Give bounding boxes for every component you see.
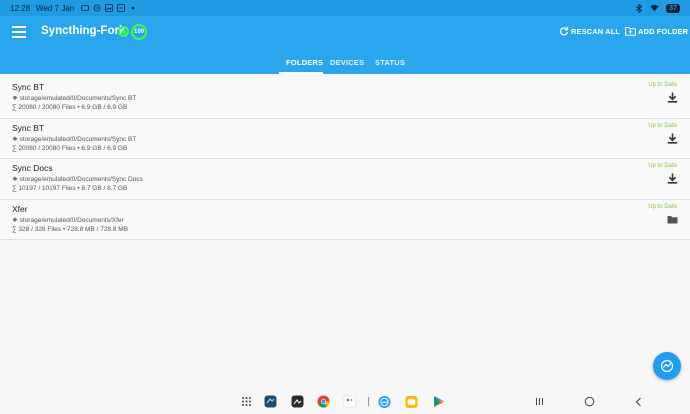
tab-devices[interactable]: DEVICES [330, 58, 364, 67]
add-folder-label: ADD FOLDER [638, 26, 689, 36]
chrome-icon[interactable] [317, 395, 330, 408]
bluetooth-icon [634, 3, 643, 13]
apps-grid-icon[interactable] [240, 395, 253, 408]
tab-folders[interactable]: FOLDERS [286, 58, 323, 67]
status-bar: 12:28 Wed 7 Jan 37 [0, 0, 690, 16]
tab-status[interactable]: STATUS [375, 58, 405, 67]
download-icon [667, 92, 678, 103]
screenshot-icon [80, 4, 89, 13]
recents-icon[interactable] [533, 395, 546, 408]
more-dot-icon [128, 4, 137, 13]
folder-list: Sync BT ❖ storage/emulated/0/Documents/S… [0, 78, 690, 240]
folder-path: ❖ storage/emulated/0/Documents/Xfer [12, 216, 124, 224]
wifi-icon [650, 4, 659, 13]
refresh-icon [559, 26, 569, 36]
folder-state: Up to Date [648, 203, 677, 210]
folder-name: Xfer [12, 203, 28, 214]
back-icon[interactable] [632, 395, 645, 408]
app-bar: Syncthing-Fork 100 RESCAN ALL ADD FOLDER… [0, 16, 690, 74]
folder-stats: ∑ 10197 / 10197 Files • 8.7 GB / 8.7 GB [12, 185, 128, 192]
app-title: Syncthing-Fork [41, 25, 126, 37]
folder-stats: ∑ 20080 / 20080 Files • 6.9 GB / 6.9 GB [12, 144, 128, 152]
rescan-all-button[interactable]: RESCAN ALL [559, 26, 620, 36]
home-icon[interactable] [583, 395, 596, 408]
folder-path: ❖ storage/emulated/0/Documents/Sync BT [12, 95, 137, 102]
folder-path: ❖ storage/emulated/0/Documents/Sync BT [12, 135, 137, 143]
calendar-icon[interactable] [343, 395, 356, 408]
folder-path: ❖ storage/emulated/0/Documents/Sync Docs [12, 176, 143, 183]
download-icon [667, 173, 678, 184]
play-store-icon[interactable] [432, 395, 445, 408]
folder-name: Sync BT [12, 82, 45, 92]
rescan-all-label: RESCAN ALL [571, 26, 621, 36]
connection-status-icon [118, 26, 129, 37]
folder-icon [667, 215, 678, 223]
folder-row[interactable]: Sync BT ❖ storage/emulated/0/Documents/S… [0, 118, 690, 159]
folder-state: Up to Date [648, 163, 677, 169]
folder-stats: ∑ 20080 / 20080 Files • 6.9 GB / 6.9 GB [12, 104, 128, 111]
battery-level: 37 [666, 3, 680, 13]
status-bar-right: 37 [634, 3, 680, 13]
folder-row[interactable]: Xfer ❖ storage/emulated/0/Documents/Xfer… [0, 199, 690, 240]
notes-icon[interactable] [405, 395, 418, 408]
folder-row[interactable]: Sync Docs ❖ storage/emulated/0/Documents… [0, 159, 690, 200]
web-gui-button[interactable] [653, 352, 681, 380]
navigation-bar [0, 389, 690, 414]
notification-icon [116, 4, 125, 13]
add-folder-icon [625, 27, 636, 36]
clock: 12:28 [10, 3, 31, 13]
photo-editor-icon[interactable] [291, 395, 304, 408]
download-icon [667, 133, 678, 144]
globe-icon [660, 359, 674, 373]
dock-separator [368, 397, 369, 406]
syncthing-icon[interactable] [378, 395, 391, 408]
folder-name: Sync Docs [12, 163, 53, 173]
folder-name: Sync BT [12, 122, 45, 133]
menu-icon[interactable] [12, 26, 26, 38]
tab-bar: FOLDERS DEVICES STATUS [0, 54, 690, 74]
folder-state: Up to Date [648, 82, 677, 88]
date: Wed 7 Jan [36, 3, 75, 13]
gallery-icon [104, 4, 113, 13]
bluetooth-app-icon[interactable] [264, 395, 277, 408]
sync-progress-indicator: 100 [131, 24, 147, 40]
folder-row[interactable]: Sync BT ❖ storage/emulated/0/Documents/S… [0, 78, 690, 119]
folder-stats: ∑ 328 / 328 Files • 728.8 MB / 728.8 MB [12, 225, 129, 233]
add-folder-button[interactable]: ADD FOLDER [625, 26, 688, 36]
folder-state: Up to Date [648, 122, 677, 129]
sync-icon [92, 4, 101, 13]
active-tab-indicator [279, 72, 323, 74]
